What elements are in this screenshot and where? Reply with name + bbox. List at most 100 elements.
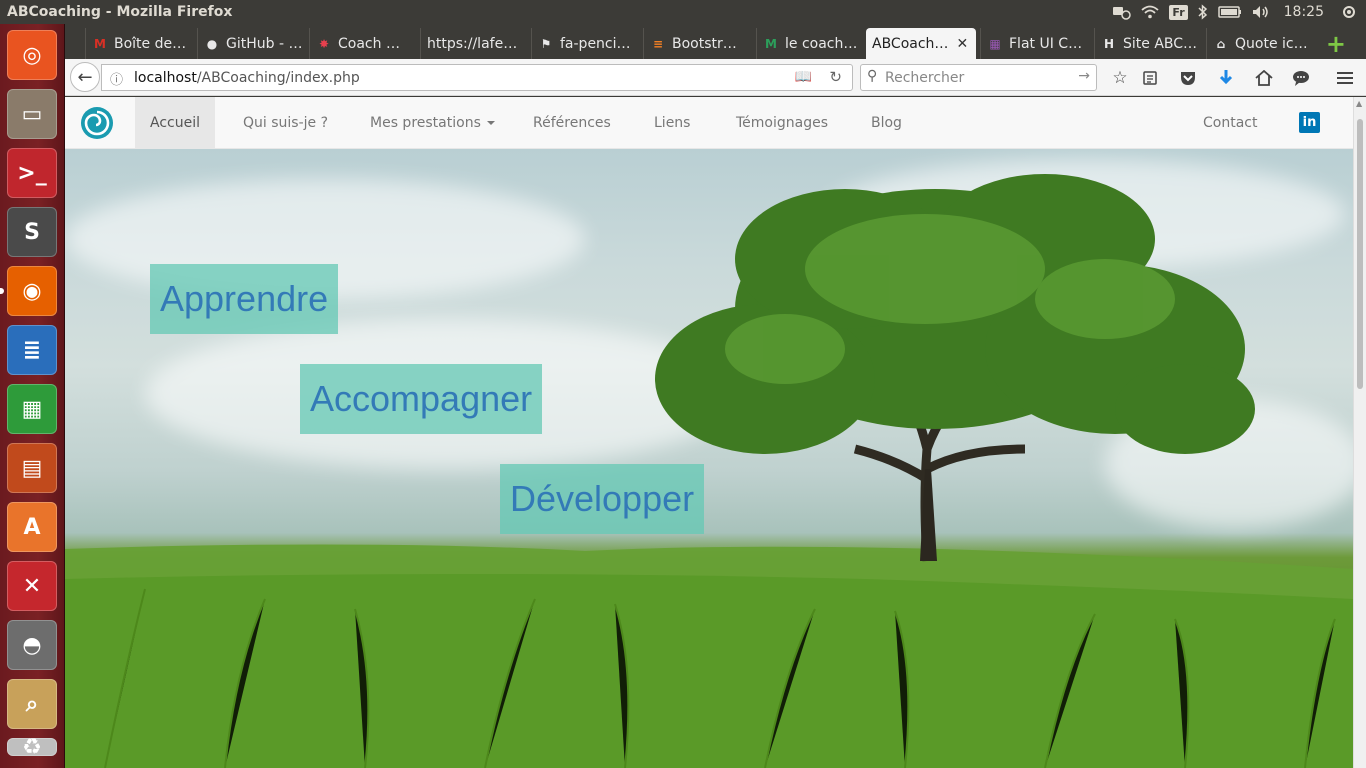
url-bar[interactable]: ⓘ localhost/ABCoaching/index.php 📖 ↻: [101, 64, 853, 91]
trash-icon: ♻: [22, 734, 42, 760]
nav-link[interactable]: Liens: [639, 97, 705, 148]
browser-tab[interactable]: ▦ Flat UI C…: [980, 28, 1094, 59]
page-scrollbar[interactable]: ▲: [1353, 97, 1366, 768]
navigation-toolbar: ← ⓘ localhost/ABCoaching/index.php 📖 ↻ ⚲…: [65, 59, 1366, 96]
nav-link[interactable]: Références: [518, 97, 626, 148]
search-go-icon[interactable]: →: [1078, 68, 1090, 84]
network-manager-icon[interactable]: [1111, 0, 1132, 24]
libreoffice-impress-icon: ▤: [21, 455, 43, 481]
grid-icon: ▦: [989, 36, 1001, 51]
browser-tab[interactable]: ABCoach… ✕: [866, 28, 976, 59]
bookmark-star-icon[interactable]: ☆: [1108, 66, 1132, 90]
url-text: localhost/ABCoaching/index.php: [134, 70, 360, 86]
star-icon: ✸: [318, 36, 330, 51]
launcher-libreoffice-calc[interactable]: ▦: [7, 384, 57, 434]
downloads-icon[interactable]: [1214, 66, 1238, 90]
nav-contact[interactable]: Contact: [1188, 97, 1272, 148]
nav-link[interactable]: Mes prestations: [355, 97, 510, 148]
pocket-icon[interactable]: [1176, 66, 1200, 90]
hamburger-menu-icon[interactable]: [1333, 66, 1357, 90]
nav-link[interactable]: Témoignages: [721, 97, 843, 148]
power-gear-icon[interactable]: [1342, 0, 1356, 24]
quote-icon: ⌂: [1216, 36, 1226, 51]
launcher-ubuntu-dash[interactable]: ◎: [7, 30, 57, 80]
tab-label: GitHub - …: [226, 35, 303, 52]
search-placeholder: Rechercher: [885, 70, 965, 86]
hero-word-accompagner: Accompagner: [300, 364, 543, 434]
new-tab-plus-icon[interactable]: +: [1326, 30, 1346, 58]
nav-link-label: Références: [533, 114, 611, 131]
stackoverflow-icon: ≡: [652, 36, 664, 51]
keyboard-layout-indicator[interactable]: Fr: [1169, 0, 1188, 24]
launcher-software-center[interactable]: A: [7, 502, 57, 552]
nav-link[interactable]: Accueil: [135, 97, 215, 148]
system-settings-icon: ✕: [22, 573, 42, 599]
launcher-sublime-text[interactable]: S: [7, 207, 57, 257]
browser-tab[interactable]: H Site ABC…: [1094, 28, 1206, 59]
nav-link-label: Blog: [871, 114, 902, 131]
url-path: /ABCoaching/index.php: [196, 70, 360, 86]
bookmark-icon: M: [765, 36, 777, 51]
battery-icon[interactable]: [1217, 0, 1242, 24]
nav-link[interactable]: Blog: [856, 97, 917, 148]
launcher-files[interactable]: ▭: [7, 89, 57, 139]
tab-label: Quote ic…: [1235, 35, 1308, 52]
chat-bubble-icon[interactable]: [1289, 66, 1313, 90]
wifi-icon[interactable]: [1141, 0, 1159, 24]
browser-tab[interactable]: ⚑ fa-penci…: [531, 28, 643, 59]
home-icon[interactable]: [1252, 66, 1276, 90]
hero-word-developper: Développer: [500, 464, 705, 534]
software-center-icon: A: [23, 514, 41, 540]
launcher-libreoffice-writer[interactable]: ≣: [7, 325, 57, 375]
reload-icon[interactable]: ↻: [829, 68, 842, 86]
site-navbar: Accueil Qui suis-je ? Mes prestations Référ…: [65, 97, 1353, 149]
tab-label: le coach…: [785, 35, 858, 52]
browser-tab[interactable]: ● GitHub - …: [197, 28, 309, 59]
firefox-icon: ◉: [22, 278, 42, 304]
terminal-icon: >_: [17, 160, 47, 186]
browser-tab[interactable]: Mle coach…: [756, 28, 866, 59]
launcher-terminal[interactable]: >_: [7, 148, 57, 198]
clock[interactable]: 18:25: [1284, 0, 1324, 24]
hero-word-apprendre: Apprendre: [150, 264, 339, 334]
browser-tab[interactable]: ⌂ Quote ic…: [1206, 28, 1319, 59]
bluetooth-icon[interactable]: [1198, 0, 1208, 24]
abcoaching-logo[interactable]: [80, 106, 114, 140]
tab-strip: M Boîte de… ● GitHub - … ✸ Coach … https://laf…: [65, 24, 1366, 59]
tab-label: ABCoach…: [872, 35, 949, 52]
browser-tab[interactable]: https://lafe…: [420, 28, 531, 59]
tab-label: Flat UI C…: [1009, 35, 1083, 52]
h-icon: H: [1103, 36, 1115, 51]
browser-tab[interactable]: ✸ Coach …: [309, 28, 420, 59]
sublime-text-icon: S: [24, 219, 40, 245]
volume-icon[interactable]: [1252, 0, 1270, 24]
scroll-up-icon[interactable]: ▲: [1356, 99, 1362, 108]
launcher-gimp[interactable]: ◓: [7, 620, 57, 670]
nav-link-label: Qui suis-je ?: [243, 114, 329, 131]
scrollbar-thumb[interactable]: [1357, 119, 1363, 389]
search-bar[interactable]: ⚲ Rechercher →: [860, 64, 1097, 91]
launcher-trash[interactable]: ♻: [7, 735, 57, 760]
linkedin-icon[interactable]: in: [1299, 112, 1320, 133]
tab-label: https://lafe…: [427, 35, 518, 52]
reader-view-icon[interactable]: 📖: [795, 69, 812, 85]
launcher-image-viewer[interactable]: ⌕: [7, 679, 57, 729]
ubuntu-dash-icon: ◎: [22, 42, 42, 68]
nav-link[interactable]: Qui suis-je ?: [228, 97, 343, 148]
nav-link-label: Mes prestations: [370, 114, 481, 131]
browser-tab[interactable]: ≡ Bootstr…: [643, 28, 756, 59]
tab-label: fa-penci…: [560, 35, 631, 52]
launcher-libreoffice-impress[interactable]: ▤: [7, 443, 57, 493]
nav-link-label: Liens: [654, 114, 691, 131]
tab-label: Bootstr…: [672, 35, 737, 52]
site-info-icon[interactable]: ⓘ: [110, 69, 123, 88]
os-top-panel: ABCoaching - Mozilla Firefox Fr 18:25: [0, 0, 1366, 24]
reading-list-icon[interactable]: [1138, 66, 1162, 90]
launcher-system-settings[interactable]: ✕: [7, 561, 57, 611]
close-tab-icon[interactable]: ✕: [956, 36, 968, 52]
back-button[interactable]: ←: [70, 62, 100, 92]
browser-tab[interactable]: M Boîte de…: [85, 28, 197, 59]
running-indicator: [0, 288, 4, 294]
launcher-firefox[interactable]: ◉: [7, 266, 57, 316]
caret-down-icon: [486, 120, 495, 125]
